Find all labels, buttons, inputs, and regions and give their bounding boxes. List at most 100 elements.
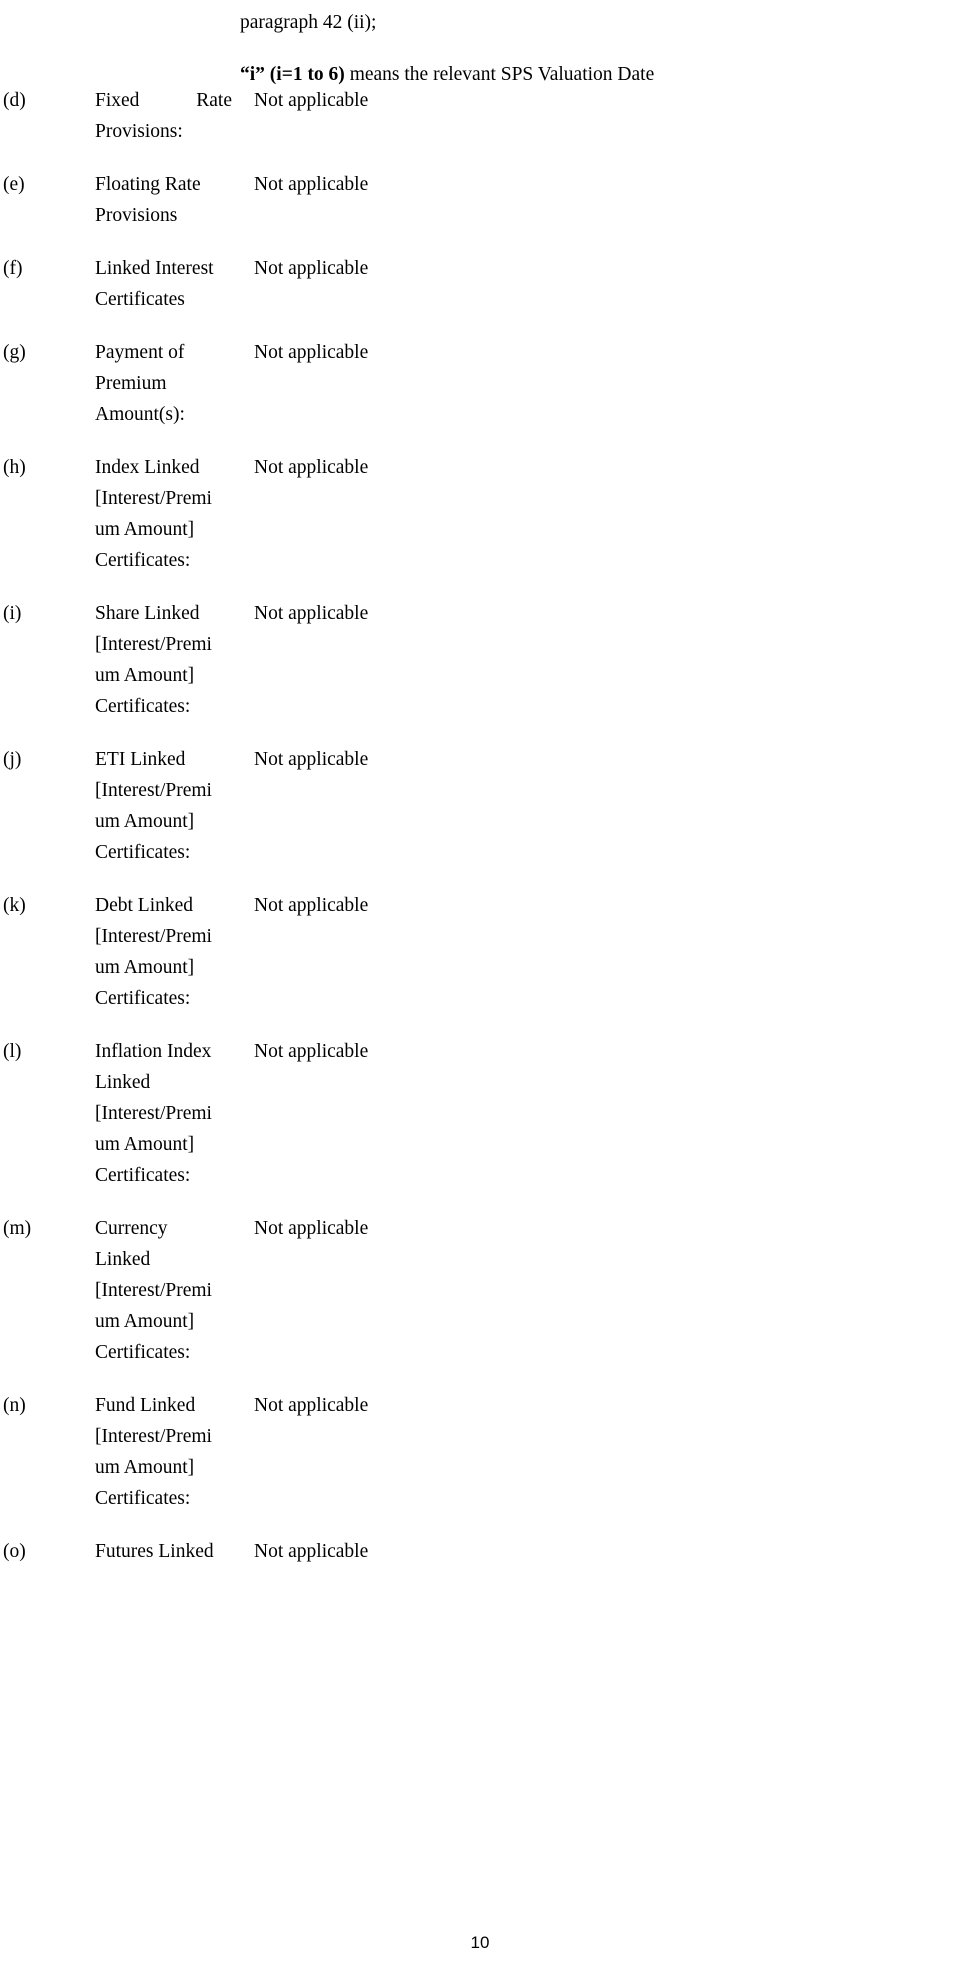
row-label-line: [Interest/Premi [95,488,212,509]
spacer-cell [254,147,953,169]
table-row-spacer [3,1514,953,1536]
row-label: Inflation Index Linked [Interest/Premi um A… [95,1036,254,1191]
row-label-lines: Futures Linked [95,1536,232,1567]
row-label: Floating Rate Provisions [95,169,254,231]
row-marker: (k) [3,895,26,916]
row-marker: (n) [3,1395,26,1416]
row-label: Currency Linked [Interest/Premi um Amount] C… [95,1213,254,1368]
table-row-spacer [3,1014,953,1036]
row-label-lines: Linked Interest Certificates [95,253,232,315]
row-marker: (l) [3,1041,22,1062]
row-label-line: Index Linked [95,457,200,478]
table-row: (o) Futures Linked Not applicable [3,1536,953,1567]
spacer-cell [3,1014,95,1036]
page-number: 10 [470,1933,490,1952]
spacer-cell [95,147,254,169]
row-value: Not applicable [254,342,369,363]
row-label-line: um Amount] [95,519,195,540]
table-row: (l) Inflation Index Linked [Interest/Premi u… [3,1036,953,1191]
row-marker: (j) [3,749,22,770]
spacer-cell [254,231,953,253]
row-label-line: Certificates [95,289,185,310]
header-definition-text: means the relevant SPS Valuation Date [344,64,655,85]
row-label: Share Linked [Interest/Premi um Amount] Cer… [95,598,254,722]
row-label-line: Provisions: [95,121,183,142]
spacer-cell [95,1014,254,1036]
row-label-line: Provisions [95,205,178,226]
row-marker: (f) [3,258,23,279]
spacer-cell [3,231,95,253]
spacer-cell [254,1368,953,1390]
spacer-cell [3,576,95,598]
row-label-line: Premium [95,373,167,394]
row-label-line: Certificates: [95,1165,191,1186]
row-label: Futures Linked [95,1536,254,1567]
row-label-line: Share Linked [95,603,200,624]
table-row-spacer [3,576,953,598]
spacer-cell [3,315,95,337]
document-page: paragraph 42 (ii); “i” (i=1 to 6) means … [0,0,960,1971]
row-label-line: [Interest/Premi [95,1426,212,1447]
header-line-paragraph-ref: paragraph 42 (ii); [240,4,940,42]
spacer-cell [254,430,953,452]
row-value: Not applicable [254,174,369,195]
row-value: Not applicable [254,603,369,624]
spacer-cell [254,1191,953,1213]
spacer-cell [3,722,95,744]
row-label-line: [Interest/Premi [95,634,212,655]
spacer-cell [254,315,953,337]
spacer-cell [95,1191,254,1213]
table-row: (f) Linked Interest Certificates Not applic… [3,253,953,315]
header-definition-term: “i” (i=1 to 6) [240,64,345,85]
row-label-line: [Interest/Premi [95,780,212,801]
table-row: (i) Share Linked [Interest/Premi um Amount]… [3,598,953,722]
row-value: Not applicable [254,1395,369,1416]
row-label-line: Currency [95,1218,168,1239]
row-label-line: Amount(s): [95,404,185,425]
spacer-cell [3,1368,95,1390]
row-label: ETI Linked [Interest/Premi um Amount] Certi… [95,744,254,868]
row-label-line: Certificates: [95,842,191,863]
spacer-cell [95,231,254,253]
table-row-spacer [3,231,953,253]
row-label: Payment of Premium Amount(s): [95,337,254,430]
row-label-line: Debt Linked [95,895,194,916]
spacer-cell [95,1368,254,1390]
table-row-spacer [3,1191,953,1213]
table-row: (n) Fund Linked [Interest/Premi um Amount] C… [3,1390,953,1514]
table-row-spacer [3,868,953,890]
row-marker: (h) [3,457,26,478]
row-label-line: um Amount] [95,1311,195,1332]
spacer-cell [3,147,95,169]
spacer-cell [3,1191,95,1213]
table-row-spacer [3,1368,953,1390]
spacer-cell [95,576,254,598]
row-label-line: Inflation Index [95,1041,212,1062]
row-marker: (d) [3,90,26,111]
provisions-table: (d) Fixed Rate Provisions: Not applicable (e)… [3,85,953,1567]
table-row-spacer [3,147,953,169]
row-marker: (g) [3,342,26,363]
row-label-line: [Interest/Premi [95,1103,212,1124]
row-value: Not applicable [254,1218,369,1239]
row-marker: (i) [3,603,22,624]
row-value: Not applicable [254,895,369,916]
spacer-cell [95,315,254,337]
row-value: Not applicable [254,90,369,111]
row-label-line: Certificates: [95,1488,191,1509]
row-label-line: Certificates: [95,696,191,717]
row-marker: (e) [3,174,25,195]
header-paragraph-block: paragraph 42 (ii); “i” (i=1 to 6) means … [240,4,940,94]
row-label-line: Payment of [95,342,185,363]
row-label: Index Linked [Interest/Premi um Amount] Cer… [95,452,254,576]
row-label-lines: Payment of Premium Amount(s): [95,337,232,430]
row-label-line: Certificates: [95,550,191,571]
spacer-cell [254,722,953,744]
row-value: Not applicable [254,1041,369,1062]
spacer-cell [95,430,254,452]
table-row: (e) Floating Rate Provisions Not applicable [3,169,953,231]
table-row: (m) Currency Linked [Interest/Premi um Amoun… [3,1213,953,1368]
row-label-word: Fixed [95,90,140,111]
row-label-word: Rate [196,90,232,111]
page-footer: 10 [0,1933,960,1953]
